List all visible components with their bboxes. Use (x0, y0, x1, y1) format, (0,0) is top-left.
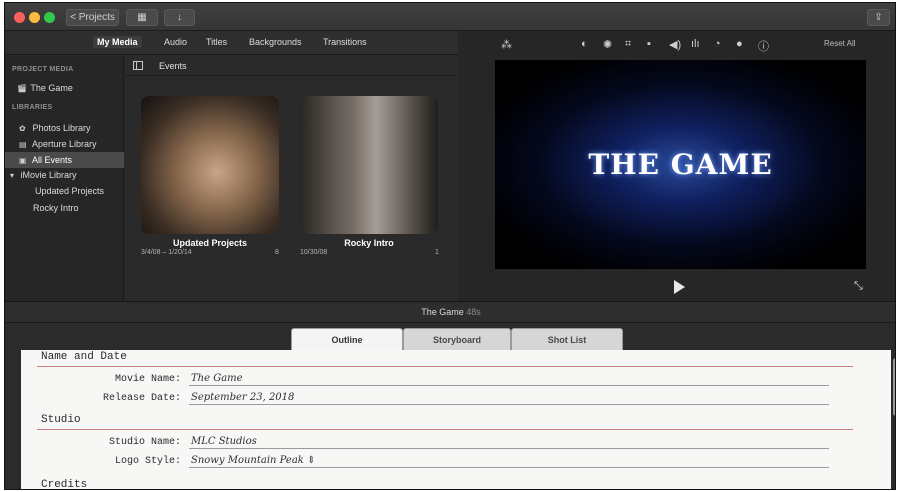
noise-reduction-icon[interactable]: ılı (691, 38, 700, 50)
imovie-window: < Projects ▦ ↓ ⇪ My Media Audio Titles B… (4, 2, 896, 490)
photos-icon: ✿ (19, 124, 26, 133)
tab-outline[interactable]: Outline (291, 328, 403, 351)
speed-icon[interactable]: ◔ (714, 38, 721, 50)
release-date-field[interactable]: September 23, 2018 (191, 392, 294, 403)
project-media-heading: PROJECT MEDIA (12, 66, 74, 73)
tab-backgrounds[interactable]: Backgrounds (249, 37, 302, 47)
field-underline (189, 448, 829, 449)
tab-transitions[interactable]: Transitions (323, 37, 367, 47)
tab-audio[interactable]: Audio (164, 37, 187, 47)
disclosure-triangle-icon: ▾ (10, 171, 15, 180)
project-bar: The Game 48s (5, 301, 895, 323)
events-header: Events (125, 56, 457, 76)
movie-name-field[interactable]: The Game (191, 373, 243, 384)
sidebar-item-label: The Game (30, 83, 73, 93)
title-bar: < Projects ▦ ↓ ⇪ (5, 3, 895, 31)
event-date: 10/30/08 (300, 249, 328, 256)
sidebar-item-photos-library[interactable]: ✿ Photos Library (5, 120, 124, 136)
play-icon[interactable] (674, 280, 685, 294)
outline-sheet: Name and Date Movie Name: The Game Relea… (21, 350, 895, 490)
sidebar-item-label: Photos Library (32, 123, 91, 133)
clapper-icon: 🎬︎ (17, 84, 28, 93)
color-balance-icon[interactable]: ◐ (581, 38, 588, 50)
field-label-release-date: Release Date: (102, 393, 181, 404)
field-label-logo-style: Logo Style: (114, 456, 181, 467)
studio-name-field[interactable]: MLC Studios (191, 436, 257, 447)
tab-titles[interactable]: Titles (206, 37, 227, 47)
reset-all-button[interactable]: Reset All (824, 39, 856, 48)
project-title: The Game 48s (5, 307, 895, 317)
libraries-sidebar: PROJECT MEDIA 🎬︎ The Game LIBRARIES ✿ Ph… (5, 56, 124, 301)
event-date: 3/4/08 – 1/20/14 (141, 249, 192, 256)
sidebar-item-label: iMovie Library (20, 170, 77, 180)
fullscreen-icon[interactable]: ⤡ (854, 280, 863, 293)
events-label: Events (159, 61, 187, 71)
aperture-icon: ▤ (19, 140, 27, 149)
tab-shot-list[interactable]: Shot List (511, 328, 623, 350)
section-divider (37, 429, 853, 430)
sidebar-item-aperture-library[interactable]: ▤ Aperture Library (5, 136, 124, 152)
tab-storyboard[interactable]: Storyboard (403, 328, 511, 350)
magic-wand-icon[interactable]: ⁂ (501, 38, 512, 51)
clip-appearance-button[interactable]: ▦ (126, 9, 158, 26)
event-title: Rocky Intro (344, 238, 394, 248)
event-thumbnail-updated-projects[interactable] (141, 96, 279, 234)
section-heading: Credits (41, 479, 88, 490)
event-clip-count: 8 (275, 249, 279, 256)
sidebar-item-all-events[interactable]: ▣ All Events (5, 152, 124, 168)
media-browser: My Media Audio Titles Backgrounds Transi… (5, 31, 457, 301)
volume-icon[interactable]: ◀) (669, 38, 681, 51)
event-title: Updated Projects (172, 238, 248, 248)
field-label-studio-name: Studio Name: (108, 437, 181, 448)
close-window-button[interactable] (14, 12, 25, 23)
tab-my-media[interactable]: My Media (93, 36, 142, 48)
share-icon: ⇪ (874, 12, 883, 23)
field-underline (189, 404, 829, 405)
media-tabs: My Media Audio Titles Backgrounds Transi… (5, 31, 457, 55)
logo-style-popup[interactable]: Snowy Mountain Peak ⇕ (191, 455, 315, 466)
crop-icon[interactable]: ⌗ (625, 38, 631, 51)
trailer-editor: Outline Storyboard Shot List Name and Da… (5, 324, 895, 490)
sidebar-toggle-icon[interactable] (133, 61, 143, 70)
events-browser: Events Updated Projects 3/4/08 – 1/20/14… (125, 56, 457, 301)
sidebar-item-the-game[interactable]: 🎬︎ The Game (5, 80, 124, 96)
libraries-heading: LIBRARIES (12, 104, 53, 111)
zoom-window-button[interactable] (44, 12, 55, 23)
import-button[interactable]: ↓ (164, 9, 195, 26)
sidebar-item-rocky-intro[interactable]: Rocky Intro (5, 200, 124, 216)
minimize-window-button[interactable] (29, 12, 40, 23)
field-underline (189, 467, 829, 468)
share-button[interactable]: ⇪ (867, 9, 890, 26)
vertical-scrollbar[interactable] (893, 358, 895, 416)
clip-filter-icon[interactable]: ● (736, 38, 743, 50)
sidebar-item-label: Aperture Library (32, 139, 97, 149)
field-label-movie-name: Movie Name: (114, 374, 181, 385)
projects-back-button[interactable]: < Projects (66, 9, 119, 26)
event-clip-count: 1 (435, 249, 439, 256)
import-arrow-icon: ↓ (177, 12, 182, 23)
section-heading: Name and Date (41, 351, 127, 363)
adjustments-toolbar: ⁂ ◐ ✺ ⌗ ▪ ◀) ılı ◔ ● ⓘ Reset All (458, 31, 895, 59)
section-divider (37, 366, 853, 367)
section-heading: Studio (41, 414, 81, 426)
sidebar-item-updated-projects[interactable]: Updated Projects (5, 183, 124, 199)
info-icon[interactable]: ⓘ (758, 38, 769, 54)
stabilization-icon[interactable]: ▪ (647, 38, 651, 50)
color-correction-icon[interactable]: ✺ (603, 38, 612, 51)
title-overlay-text: THE GAME (588, 148, 773, 181)
field-underline (189, 385, 829, 386)
project-duration: 48s (466, 307, 481, 317)
video-preview[interactable]: THE GAME (495, 60, 866, 269)
event-thumbnail-rocky-intro[interactable] (300, 96, 438, 234)
project-name: The Game (421, 307, 464, 317)
clip-appearance-icon: ▦ (137, 12, 147, 23)
sidebar-item-imovie-library[interactable]: ▾ iMovie Library (5, 167, 124, 183)
sidebar-item-label: All Events (32, 155, 73, 165)
viewer: ⁂ ◐ ✺ ⌗ ▪ ◀) ılı ◔ ● ⓘ Reset All THE GAM… (458, 31, 895, 301)
